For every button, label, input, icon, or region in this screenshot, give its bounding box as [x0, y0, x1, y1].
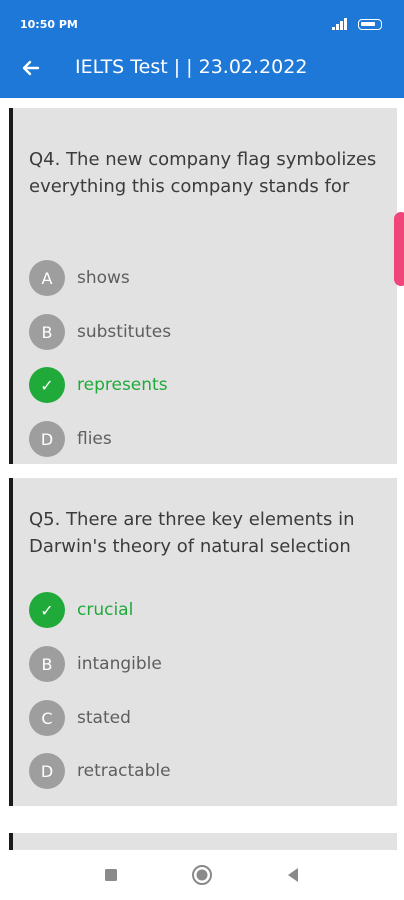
- question-text: Q4. The new company flag symbolizes ever…: [29, 149, 377, 197]
- recents-icon[interactable]: [100, 864, 122, 886]
- option-letter: D: [29, 421, 65, 457]
- status-bar: 10:50 PM: [0, 0, 404, 40]
- question-card-q5: Q5. There are three key elements in Darw…: [9, 478, 397, 806]
- checkmark-icon: ✓: [29, 367, 65, 403]
- option-label: represents: [77, 375, 168, 395]
- option-c[interactable]: ✓ represents: [29, 365, 369, 405]
- status-time: 10:50 PM: [20, 18, 78, 31]
- app-bar: IELTS Test | | 23.02.2022: [0, 40, 404, 98]
- back-arrow-icon[interactable]: [18, 55, 44, 81]
- option-d[interactable]: D flies: [29, 419, 369, 459]
- battery-icon: [358, 19, 382, 30]
- option-a[interactable]: ✓ crucial: [29, 590, 369, 630]
- scrollbar-thumb[interactable]: [394, 212, 404, 286]
- option-letter: B: [29, 646, 65, 682]
- option-b[interactable]: B substitutes: [29, 312, 369, 352]
- option-label: flies: [77, 429, 112, 449]
- question-list[interactable]: Q4. The new company flag symbolizes ever…: [0, 98, 404, 850]
- option-a[interactable]: A shows: [29, 258, 369, 298]
- question-card-next: [9, 833, 397, 850]
- checkmark-icon: ✓: [29, 592, 65, 628]
- option-label: shows: [77, 268, 130, 288]
- option-letter: B: [29, 314, 65, 350]
- question-text: Q5. There are three key elements in Darw…: [29, 509, 355, 557]
- option-b[interactable]: B intangible: [29, 644, 369, 684]
- system-nav-bar: [0, 850, 404, 900]
- option-letter: A: [29, 260, 65, 296]
- option-label: crucial: [77, 600, 134, 620]
- home-icon[interactable]: [191, 864, 213, 886]
- option-c[interactable]: C stated: [29, 698, 369, 738]
- option-letter: D: [29, 753, 65, 789]
- option-label: stated: [77, 708, 131, 728]
- option-d[interactable]: D retractable: [29, 751, 369, 791]
- page-title: IELTS Test | | 23.02.2022: [75, 56, 308, 78]
- option-letter: C: [29, 700, 65, 736]
- option-label: intangible: [77, 654, 162, 674]
- option-label: substitutes: [77, 322, 172, 342]
- back-icon[interactable]: [282, 864, 304, 886]
- option-label: retractable: [77, 761, 171, 781]
- signal-icon: [332, 18, 347, 30]
- question-card-q4: Q4. The new company flag symbolizes ever…: [9, 108, 397, 464]
